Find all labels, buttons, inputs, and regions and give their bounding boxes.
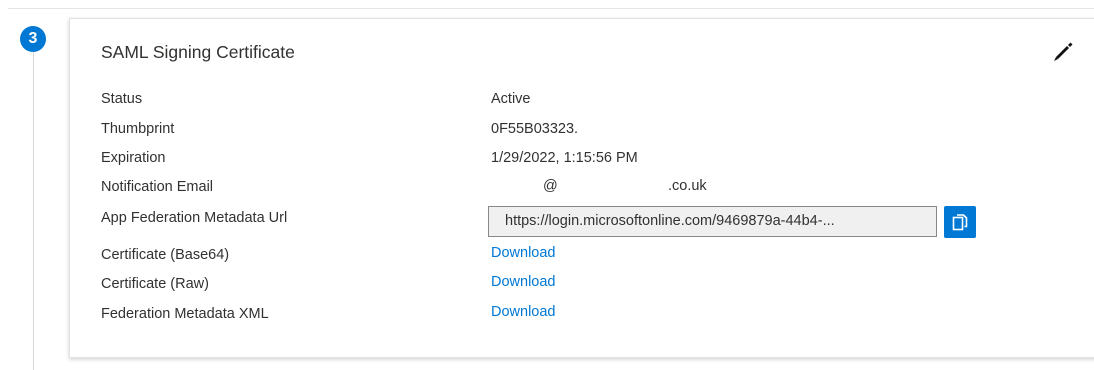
card-title: SAML Signing Certificate	[101, 42, 295, 62]
status-value: Active	[491, 91, 531, 107]
section-divider	[8, 8, 1094, 9]
status-label: Status	[101, 91, 143, 107]
step-number-badge: 3	[20, 26, 46, 52]
thumbprint-label: Thumbprint	[101, 121, 175, 137]
federation-xml-label: Federation Metadata XML	[101, 306, 269, 322]
federation-xml-download-link[interactable]: Download	[491, 304, 556, 320]
email-at-symbol: @	[543, 178, 558, 194]
step-connector-line	[33, 52, 34, 370]
cert-base64-download-link[interactable]: Download	[491, 245, 556, 261]
cert-raw-download-link[interactable]: Download	[491, 274, 556, 290]
cert-base64-label: Certificate (Base64)	[101, 247, 230, 263]
expiration-label: Expiration	[101, 150, 166, 166]
saml-signing-certificate-card: SAML Signing Certificate Status Active T…	[69, 18, 1094, 358]
metadata-url-label: App Federation Metadata Url	[101, 210, 288, 226]
notification-email-label: Notification Email	[101, 179, 214, 195]
cert-raw-label: Certificate (Raw)	[101, 276, 209, 292]
copy-to-clipboard-button[interactable]	[944, 206, 976, 238]
metadata-url-field[interactable]: https://login.microsoftonline.com/946987…	[488, 206, 937, 237]
thumbprint-value: 0F55B03323.	[491, 121, 579, 137]
notification-email-value: @ .co.uk	[491, 178, 791, 198]
saml-certificate-section: 3 SAML Signing Certificate Status Active…	[0, 0, 1094, 370]
expiration-value: 1/29/2022, 1:15:56 PM	[491, 150, 638, 166]
edit-button[interactable]	[1046, 34, 1080, 68]
pencil-icon	[1054, 42, 1073, 61]
email-domain: .co.uk	[668, 178, 707, 194]
copy-icon	[952, 214, 968, 231]
